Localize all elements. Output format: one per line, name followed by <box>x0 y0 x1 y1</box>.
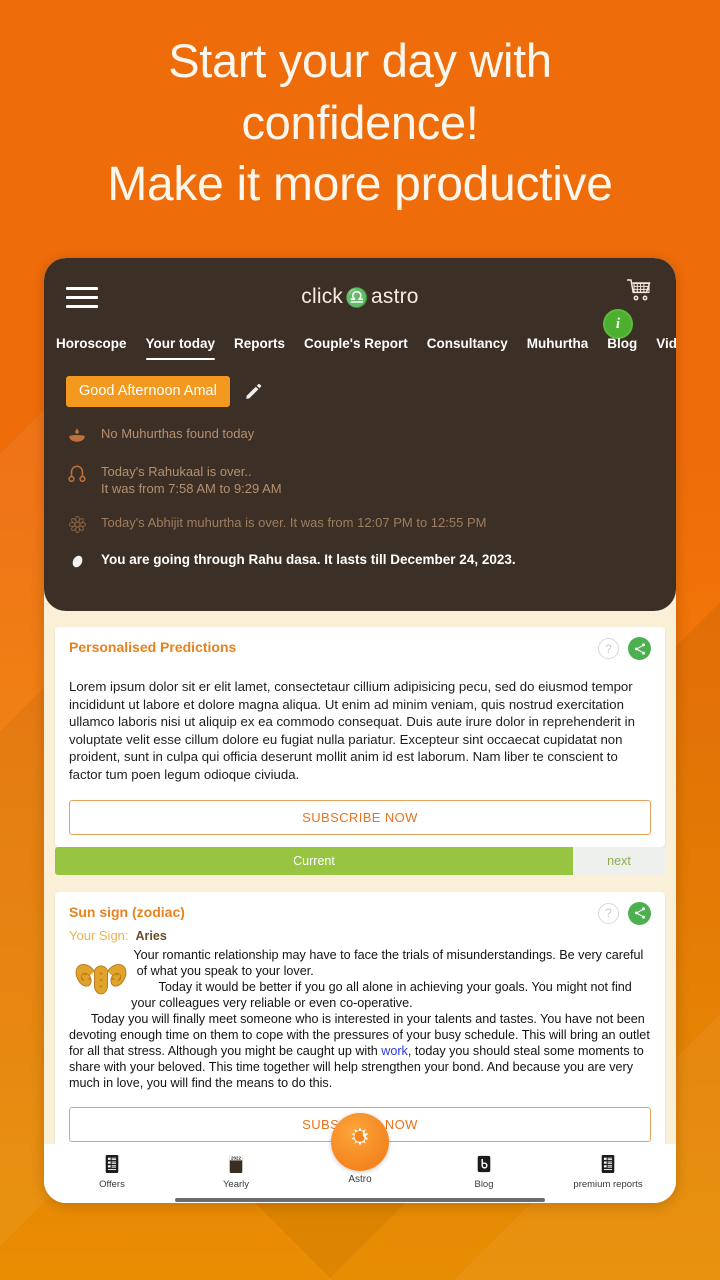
card-header-icons: ? <box>598 637 651 660</box>
nav-tabs: Horoscope Your today Reports Couple's Re… <box>44 318 676 360</box>
blog-b-icon <box>474 1153 494 1175</box>
segmented-control-personalised: Current next <box>55 846 665 875</box>
tab-consultancy[interactable]: Consultancy <box>427 336 508 360</box>
greeting-row: Good Afternoon Amal <box>44 360 676 407</box>
sun-para-3: Today you will finally meet someone who … <box>69 1011 651 1091</box>
info-badge[interactable]: i <box>603 309 633 339</box>
shopping-cart-icon[interactable] <box>626 278 656 304</box>
dasa-pill-icon <box>66 551 88 571</box>
daily-info-list: No Muhurthas found today Today's Rahukaa… <box>44 407 676 571</box>
your-sign-value: Aries <box>135 928 167 943</box>
fab-label: Astro <box>348 1174 372 1185</box>
offers-list-icon <box>102 1153 122 1175</box>
hero-line-1: Start your day with <box>168 34 552 87</box>
nav-item-premium-reports[interactable]: premium reports <box>562 1153 654 1190</box>
question-mark-icon[interactable]: ? <box>598 638 619 659</box>
diya-lamp-icon <box>66 425 88 446</box>
your-sign-label: Your Sign: <box>69 927 129 943</box>
card-title-personalised: Personalised Predictions <box>69 639 237 655</box>
card-personalised-predictions: Personalised Predictions ? Lorem ipsum d… <box>55 627 665 847</box>
tab-muhurtha[interactable]: Muhurtha <box>527 336 589 360</box>
card-header: Sun sign (zodiac) ? <box>55 892 665 925</box>
info-rahukaal-text: Today's Rahukaal is over.. It was from 7… <box>101 463 282 497</box>
astro-fab-button[interactable] <box>331 1113 389 1171</box>
info-muhurthas-text: No Muhurthas found today <box>101 426 255 441</box>
greeting-chip: Good Afternoon Amal <box>66 376 230 407</box>
hero-line-3: Make it more productive <box>107 158 613 211</box>
sun-para-1: Your romantic relationship may have to f… <box>133 947 644 978</box>
top-bar: click ♎astro i <box>44 276 676 339</box>
pencil-icon[interactable] <box>244 383 262 401</box>
subscribe-button-personalised[interactable]: SUBSCRIBE NOW <box>69 799 651 835</box>
libra-scales-icon: ♎ <box>345 287 369 309</box>
aries-ram-icon <box>75 963 127 994</box>
sun-para-2: Today it would be better if you go all a… <box>131 979 632 1010</box>
nav-item-yearly[interactable]: 2022 Yearly <box>190 1153 282 1190</box>
logo-suffix: astro <box>371 284 419 308</box>
hero-headline: Start your day with confidence! Make it … <box>0 0 720 216</box>
work-link[interactable]: work <box>381 1044 408 1058</box>
tab-blog[interactable]: Blog <box>607 336 637 360</box>
chakra-flower-icon <box>66 514 88 534</box>
app-header-panel: click ♎astro i Horoscope Your today Repor… <box>44 258 676 611</box>
svg-text:2022: 2022 <box>231 1156 242 1161</box>
info-row-abhijit: Today's Abhijit muhurtha is over. It was… <box>66 514 654 534</box>
premium-reports-icon <box>598 1153 618 1175</box>
logo-prefix: click <box>301 284 344 308</box>
share-icon[interactable] <box>628 901 651 925</box>
info-row-rahukaal: Today's Rahukaal is over.. It was from 7… <box>66 463 654 497</box>
nav-item-offers[interactable]: Offers <box>66 1153 158 1190</box>
info-rahukaal-line1: Today's Rahukaal is over.. <box>101 464 252 479</box>
tab-reports[interactable]: Reports <box>234 336 285 360</box>
card-header-icons: ? <box>598 901 651 925</box>
tab-couples-report[interactable]: Couple's Report <box>304 336 408 360</box>
card-header: Personalised Predictions ? <box>55 627 665 660</box>
hero-line-2: confidence! <box>241 96 479 149</box>
card-body-personalised: Lorem ipsum dolor sit er elit lamet, con… <box>69 679 635 782</box>
nav-label-premium-reports: premium reports <box>573 1179 643 1190</box>
yearly-2022-icon: 2022 <box>226 1153 246 1175</box>
card-title-sun-sign: Sun sign (zodiac) <box>69 903 185 920</box>
info-rahukaal-line2: It was from 7:58 AM to 9:29 AM <box>101 481 282 496</box>
your-sign-row-sun: Your Sign: Aries <box>55 925 665 943</box>
info-row-dasa: You are going through Rahu dasa. It last… <box>66 551 654 571</box>
info-row-muhurthas: No Muhurthas found today <box>66 425 654 446</box>
card-body-sun-sign: Your romantic relationship may have to f… <box>55 943 665 1093</box>
sun-moon-icon <box>342 1122 378 1163</box>
nav-label-offers: Offers <box>99 1179 125 1190</box>
share-icon[interactable] <box>628 637 651 660</box>
hamburger-icon[interactable] <box>66 286 98 308</box>
segment-next[interactable]: next <box>573 846 665 875</box>
gesture-home-bar[interactable] <box>175 1198 545 1202</box>
nav-label-yearly: Yearly <box>222 1179 250 1190</box>
nav-item-blog[interactable]: Blog <box>438 1153 530 1190</box>
app-logo: click ♎astro <box>44 285 676 310</box>
rahu-icon <box>66 463 88 484</box>
info-dasa-text: You are going through Rahu dasa. It last… <box>101 552 516 567</box>
segment-current[interactable]: Current <box>55 846 573 875</box>
tab-your-today[interactable]: Your today <box>145 336 215 360</box>
phone-mockup: click ♎astro i Horoscope Your today Repor… <box>44 258 676 1203</box>
info-abhijit-text: Today's Abhijit muhurtha is over. It was… <box>101 515 487 530</box>
tab-horoscope[interactable]: Horoscope <box>56 336 127 360</box>
nav-label-blog: Blog <box>474 1179 494 1190</box>
tab-videos[interactable]: Videos <box>656 336 676 360</box>
question-mark-icon[interactable]: ? <box>598 902 619 924</box>
